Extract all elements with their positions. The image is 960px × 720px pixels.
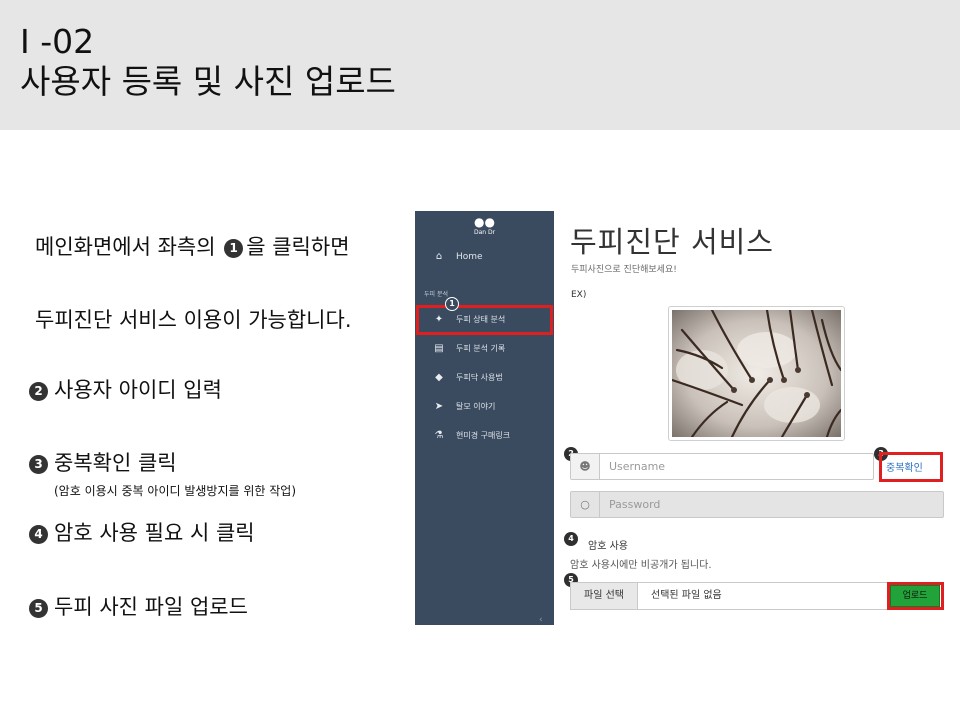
- slide-code: I -02: [20, 22, 95, 61]
- sidebar-item-label: Home: [456, 252, 483, 262]
- instruction-step-5: 5 두피 사진 파일 업로드: [29, 591, 248, 621]
- example-scalp-photo: [668, 306, 845, 441]
- marker-4: 4: [564, 532, 578, 546]
- sidebar-item-label: 현미경 구매링크: [456, 431, 511, 440]
- app-logo: ●● Dan Dr: [415, 215, 554, 237]
- step-text: 암호 사용 필요 시 클릭: [54, 521, 255, 545]
- lock-icon: ○: [571, 492, 600, 517]
- sidebar-item-microscope-link[interactable]: ⚗ 현미경 구매링크: [415, 425, 554, 447]
- instruction-line-1: 메인화면에서 좌측의 1을 클릭하면: [35, 231, 350, 261]
- step-text: 중복확인 클릭: [54, 451, 177, 475]
- sidebar-item-how-to-use[interactable]: ◆ 두피닥 사용법: [415, 367, 554, 389]
- microscope-icon: ⚗: [434, 430, 444, 441]
- sidebar-item-label: 두피 분석 기록: [456, 344, 506, 353]
- step-text: 사용자 아이디 입력: [54, 378, 222, 402]
- sidebar-collapse-icon[interactable]: ‹: [539, 615, 543, 625]
- marker-1: 1: [445, 297, 459, 311]
- password-note: 암호 사용시에만 비공개가 됩니다.: [570, 560, 712, 571]
- step-number-badge: 1: [224, 239, 244, 258]
- selected-file-name: 선택된 파일 없음: [651, 590, 722, 601]
- instruction-step-2: 2 사용자 아이디 입력: [29, 374, 222, 404]
- service-title: 두피진단 서비스: [570, 225, 774, 259]
- title-banner: I -02 사용자 등록 및 사진 업로드: [0, 0, 960, 130]
- instruction-text: 메인화면에서 좌측의: [35, 235, 223, 259]
- sidebar-item-label: 탈모 이야기: [456, 402, 496, 411]
- app-sidebar: ●● Dan Dr ⌂ Home 두피 분석 ✦ 두피 상태 분석 ▤ 두피 분…: [415, 211, 554, 625]
- step-number-badge: 3: [29, 455, 48, 474]
- example-label: EX): [571, 290, 587, 300]
- instruction-line-2: 두피진단 서비스 이용이 가능합니다.: [35, 308, 352, 332]
- highlight-box-scalp-analysis: [416, 305, 553, 335]
- running-person-icon: ➤: [434, 401, 444, 412]
- use-password-toggle[interactable]: 암호 사용: [588, 537, 628, 552]
- instruction-text: 을 클릭하면: [246, 235, 350, 259]
- sidebar-section-label: 두피 분석: [424, 291, 448, 298]
- username-field-group: ☻: [570, 453, 874, 480]
- pen-nib-icon: ◆: [435, 372, 443, 383]
- password-input[interactable]: [601, 492, 941, 517]
- instruction-step-4: 4 암호 사용 필요 시 클릭: [29, 517, 255, 547]
- sidebar-item-label: 두피닥 사용법: [456, 373, 503, 382]
- password-field-group: ○: [570, 491, 944, 518]
- user-icon: ☻: [571, 454, 600, 479]
- file-select-button[interactable]: 파일 선택: [571, 583, 638, 609]
- step-number-badge: 4: [29, 525, 48, 544]
- duplicate-check-button[interactable]: 중복확인: [886, 459, 923, 474]
- sidebar-item-hair-loss-story[interactable]: ➤ 탈모 이야기: [415, 396, 554, 418]
- step-number-badge: 5: [29, 599, 48, 618]
- sidebar-item-home[interactable]: ⌂ Home: [415, 246, 554, 268]
- doctor-face-icon: ●●: [474, 215, 495, 229]
- scalp-image: [672, 310, 841, 437]
- logo-text: Dan Dr: [473, 229, 496, 236]
- instruction-step-3-note: (암호 이용시 중복 아이디 발생방지를 위한 작업): [54, 484, 297, 498]
- step-text: 두피 사진 파일 업로드: [54, 595, 248, 619]
- instruction-step-3: 3 중복확인 클릭: [29, 447, 177, 477]
- upload-button[interactable]: 업로드: [890, 585, 940, 607]
- username-input[interactable]: [601, 454, 871, 479]
- clipboard-icon: ▤: [434, 343, 444, 354]
- slide-title: 사용자 등록 및 사진 업로드: [20, 62, 396, 101]
- step-number-badge: 2: [29, 382, 48, 401]
- service-subtitle: 두피사진으로 진단해보세요!: [571, 265, 677, 275]
- sidebar-item-analysis-history[interactable]: ▤ 두피 분석 기록: [415, 338, 554, 360]
- home-icon: ⌂: [435, 251, 443, 262]
